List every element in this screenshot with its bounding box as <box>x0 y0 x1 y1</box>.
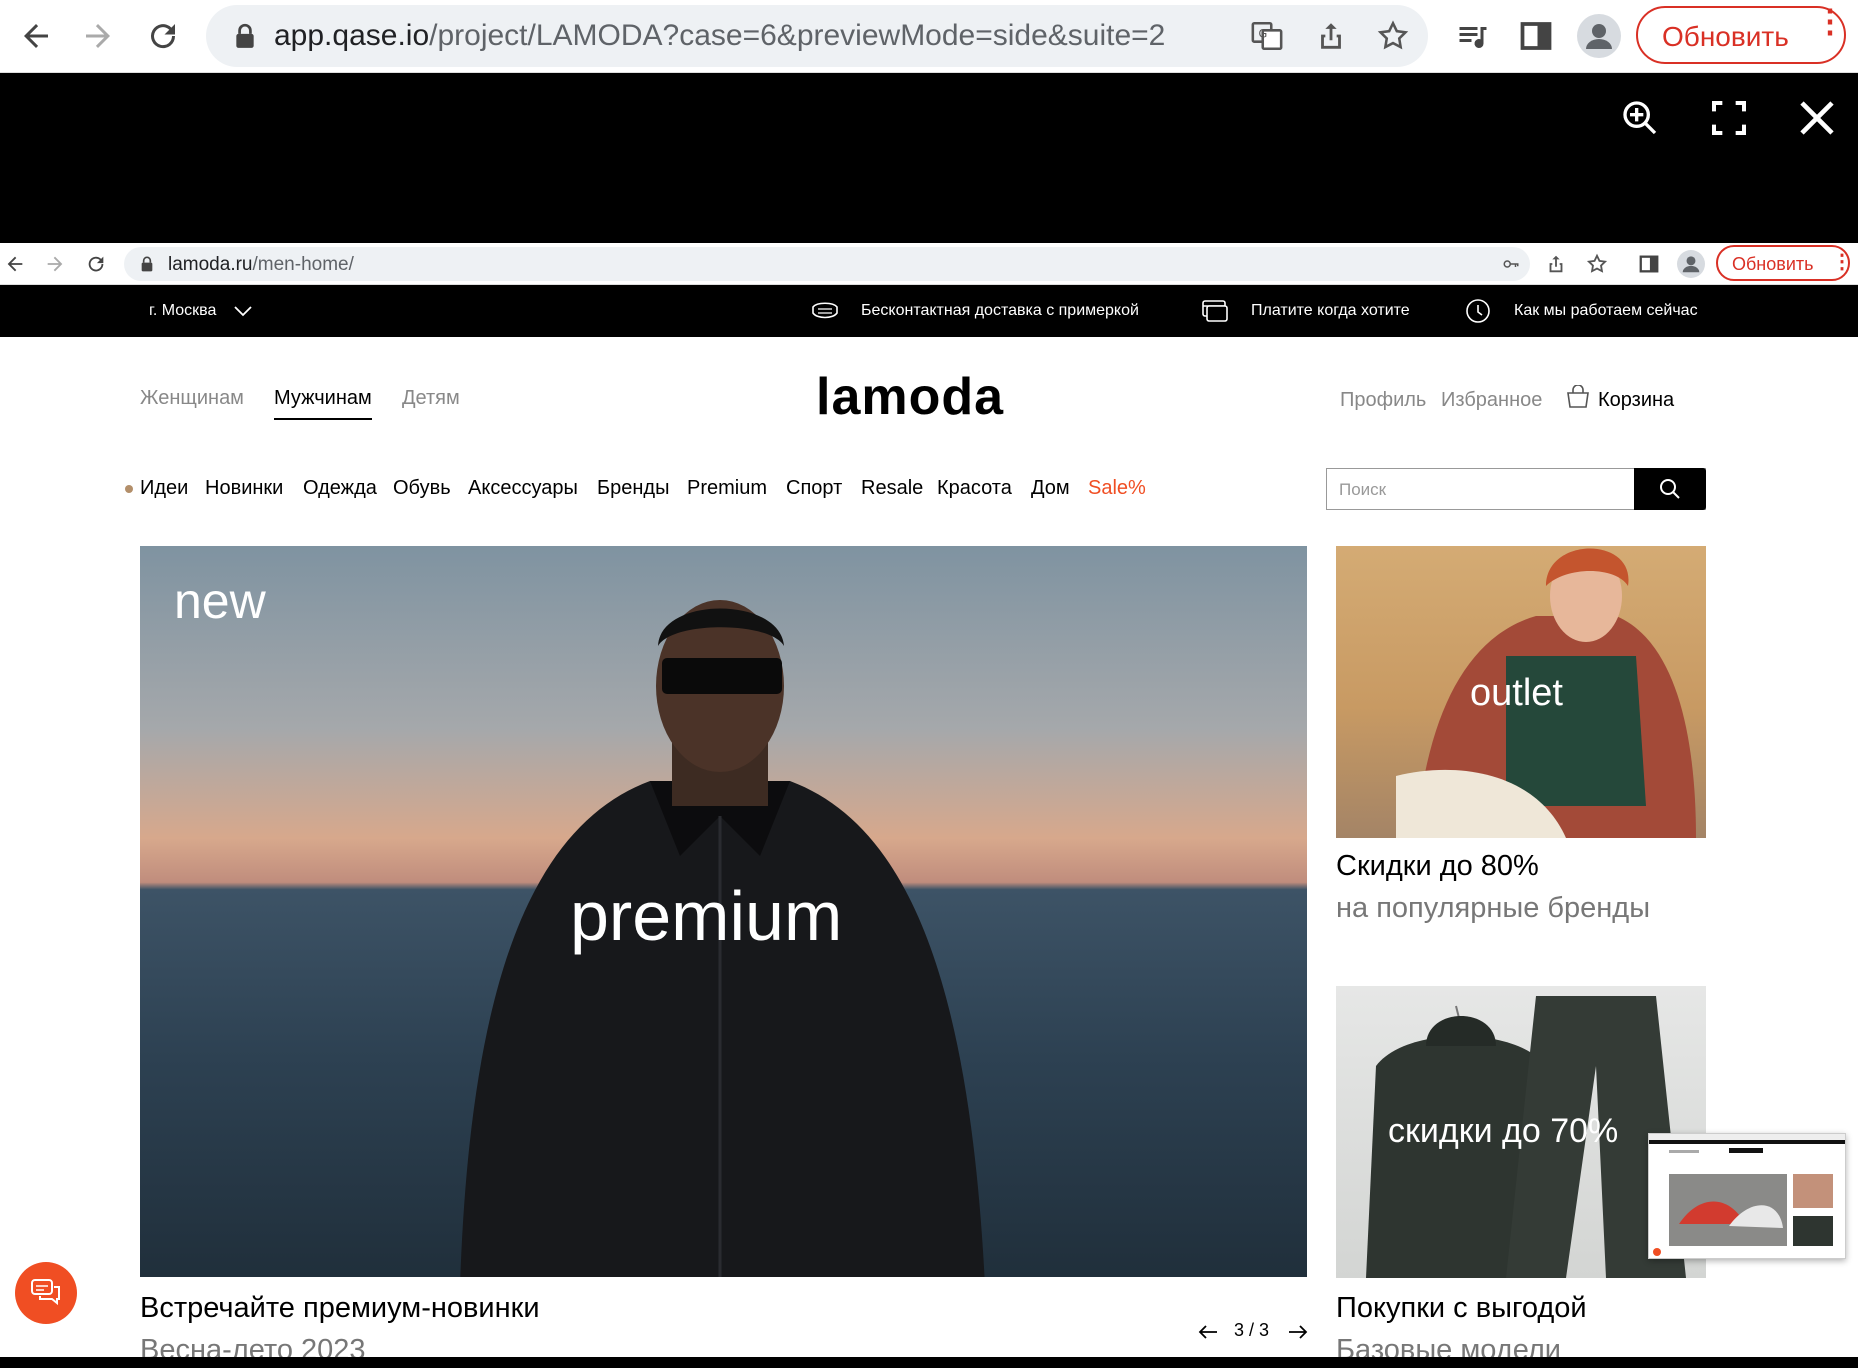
thumbnail-image <box>1649 1134 1845 1256</box>
back-arrow-icon[interactable] <box>18 18 54 54</box>
site-page: Женщинам Мужчинам Детям lamoda Профиль И… <box>0 337 1858 1357</box>
profile-link[interactable]: Профиль <box>1340 389 1426 412</box>
payment-card-icon <box>1202 300 1228 322</box>
work-info[interactable]: Как мы работаем сейчас <box>1514 302 1698 320</box>
outlet-label: outlet <box>1470 672 1563 714</box>
category-sale[interactable]: Sale% <box>1088 477 1146 500</box>
inner-back-arrow-icon[interactable] <box>4 253 26 275</box>
inner-url-path: /men-home/ <box>252 254 354 275</box>
hero-pager: 3 / 3 <box>1234 1320 1270 1340</box>
category-new[interactable]: Новинки <box>205 477 283 500</box>
hero-new-label: new <box>174 573 266 629</box>
clock-icon <box>1466 299 1490 323</box>
inner-lock-icon <box>141 256 153 272</box>
inner-update-button[interactable]: Обновить ⋮ <box>1716 245 1852 281</box>
category-clothes[interactable]: Одежда <box>303 477 377 500</box>
inner-url-text: lamoda.ru/men-home/ <box>168 254 354 276</box>
chat-widget-button[interactable] <box>15 1262 77 1324</box>
cart-bag-icon[interactable] <box>1565 385 1591 409</box>
inner-side-panel-icon[interactable] <box>1638 253 1660 275</box>
inner-address-bar[interactable]: lamoda.ru/men-home/ <box>124 247 1530 281</box>
cart-link[interactable]: Корзина <box>1598 389 1674 412</box>
zoom-in-icon[interactable] <box>1620 98 1660 138</box>
hero-subcaption: Весна-лето 2023 <box>140 1334 366 1357</box>
delivery-info[interactable]: Бесконтактная доставка с примеркой <box>861 302 1139 320</box>
inner-update-label: Обновить <box>1732 254 1814 274</box>
favorites-link[interactable]: Избранное <box>1441 389 1542 412</box>
category-resale[interactable]: Resale <box>861 477 923 500</box>
payment-info[interactable]: Платите когда хотите <box>1251 302 1410 320</box>
hero-banner[interactable]: new premium <box>140 546 1307 1277</box>
search-box[interactable]: Поиск <box>1326 468 1706 510</box>
hero-caption[interactable]: Встречайте премиум-новинки <box>140 1292 540 1325</box>
category-accessories[interactable]: Аксессуары <box>468 477 578 500</box>
inner-browser-toolbar: lamoda.ru/men-home/ Обновить ⋮ <box>0 243 1858 285</box>
mask-icon <box>812 302 838 319</box>
site-info-strip: г. Москва Бесконтактная доставка с приме… <box>0 285 1858 337</box>
profile-avatar-icon[interactable] <box>1577 14 1621 58</box>
inner-profile-avatar-icon[interactable] <box>1677 250 1705 278</box>
forward-arrow-icon[interactable] <box>80 18 116 54</box>
inner-url-domain: lamoda.ru <box>168 254 253 275</box>
site-logo[interactable]: lamoda <box>816 367 1004 427</box>
search-button[interactable] <box>1634 468 1706 510</box>
screen: app.qase.io/project/LAMODA?case=6&previe… <box>0 0 1858 1368</box>
city-selector[interactable]: г. Москва <box>149 302 216 320</box>
next-arrow-icon[interactable] <box>1288 1324 1308 1340</box>
bookmark-star-icon[interactable] <box>1376 19 1410 53</box>
category-beauty[interactable]: Красота <box>937 477 1012 500</box>
gender-tab-women[interactable]: Женщинам <box>140 387 244 410</box>
inner-bookmark-star-icon[interactable] <box>1586 253 1608 275</box>
lock-icon <box>236 23 254 48</box>
chevron-down-icon[interactable] <box>234 304 252 318</box>
outer-url-domain: app.qase.io <box>274 19 430 52</box>
outer-url-path: /project/LAMODA?case=6&previewMode=side&… <box>429 19 1166 52</box>
outlet-banner[interactable]: outlet <box>1336 546 1706 838</box>
inner-forward-arrow-icon[interactable] <box>44 253 66 275</box>
inner-reload-icon[interactable] <box>85 253 107 275</box>
search-icon <box>1660 479 1680 499</box>
category-shoes[interactable]: Обувь <box>393 477 451 500</box>
category-premium[interactable]: Premium <box>687 477 767 500</box>
category-brands[interactable]: Бренды <box>597 477 669 500</box>
outer-update-button[interactable]: Обновить ⋮ <box>1636 5 1846 64</box>
close-icon[interactable] <box>1797 98 1837 138</box>
hero-premium-label: premium <box>570 877 843 955</box>
outer-menu-dots-icon[interactable]: ⋮ <box>1814 5 1846 37</box>
outer-url-text: app.qase.io/project/LAMODA?case=6&previe… <box>274 19 1165 53</box>
reload-icon[interactable] <box>145 18 181 54</box>
outer-update-label: Обновить <box>1662 21 1789 52</box>
side-panel-icon[interactable] <box>1518 18 1554 54</box>
basic-caption[interactable]: Покупки с выгодой <box>1336 1292 1587 1325</box>
basic-subcaption: Базовые модели <box>1336 1334 1562 1357</box>
basic-discount-label: скидки до 70% <box>1388 1112 1619 1150</box>
media-queue-icon[interactable] <box>1455 18 1491 54</box>
inner-menu-dots-icon[interactable]: ⋮ <box>1832 252 1852 272</box>
category-home[interactable]: Дом <box>1031 477 1070 500</box>
share-icon[interactable] <box>1314 19 1348 53</box>
preview-thumbnail[interactable] <box>1648 1133 1846 1259</box>
prev-arrow-icon[interactable] <box>1198 1324 1218 1340</box>
outer-address-bar[interactable]: app.qase.io/project/LAMODA?case=6&previe… <box>206 5 1428 67</box>
svg-text:G: G <box>1259 26 1268 40</box>
gender-tab-kids[interactable]: Детям <box>402 387 460 410</box>
chat-bubbles-icon <box>31 1279 60 1306</box>
inner-key-icon[interactable] <box>1502 255 1520 273</box>
inner-share-icon[interactable] <box>1545 253 1567 275</box>
outlet-subcaption: на популярные бренды <box>1336 892 1651 924</box>
category-sport[interactable]: Спорт <box>786 477 842 500</box>
outlet-caption[interactable]: Скидки до 80% <box>1336 850 1539 883</box>
translate-icon[interactable]: G <box>1250 19 1284 53</box>
gender-tab-men[interactable]: Мужчинам <box>274 387 372 420</box>
fullscreen-icon[interactable] <box>1709 98 1749 138</box>
outer-browser-toolbar: app.qase.io/project/LAMODA?case=6&previe… <box>0 0 1858 73</box>
search-input[interactable]: Поиск <box>1339 480 1386 500</box>
category-ideas[interactable]: Идеи <box>140 477 188 500</box>
ideas-dot <box>125 485 133 493</box>
